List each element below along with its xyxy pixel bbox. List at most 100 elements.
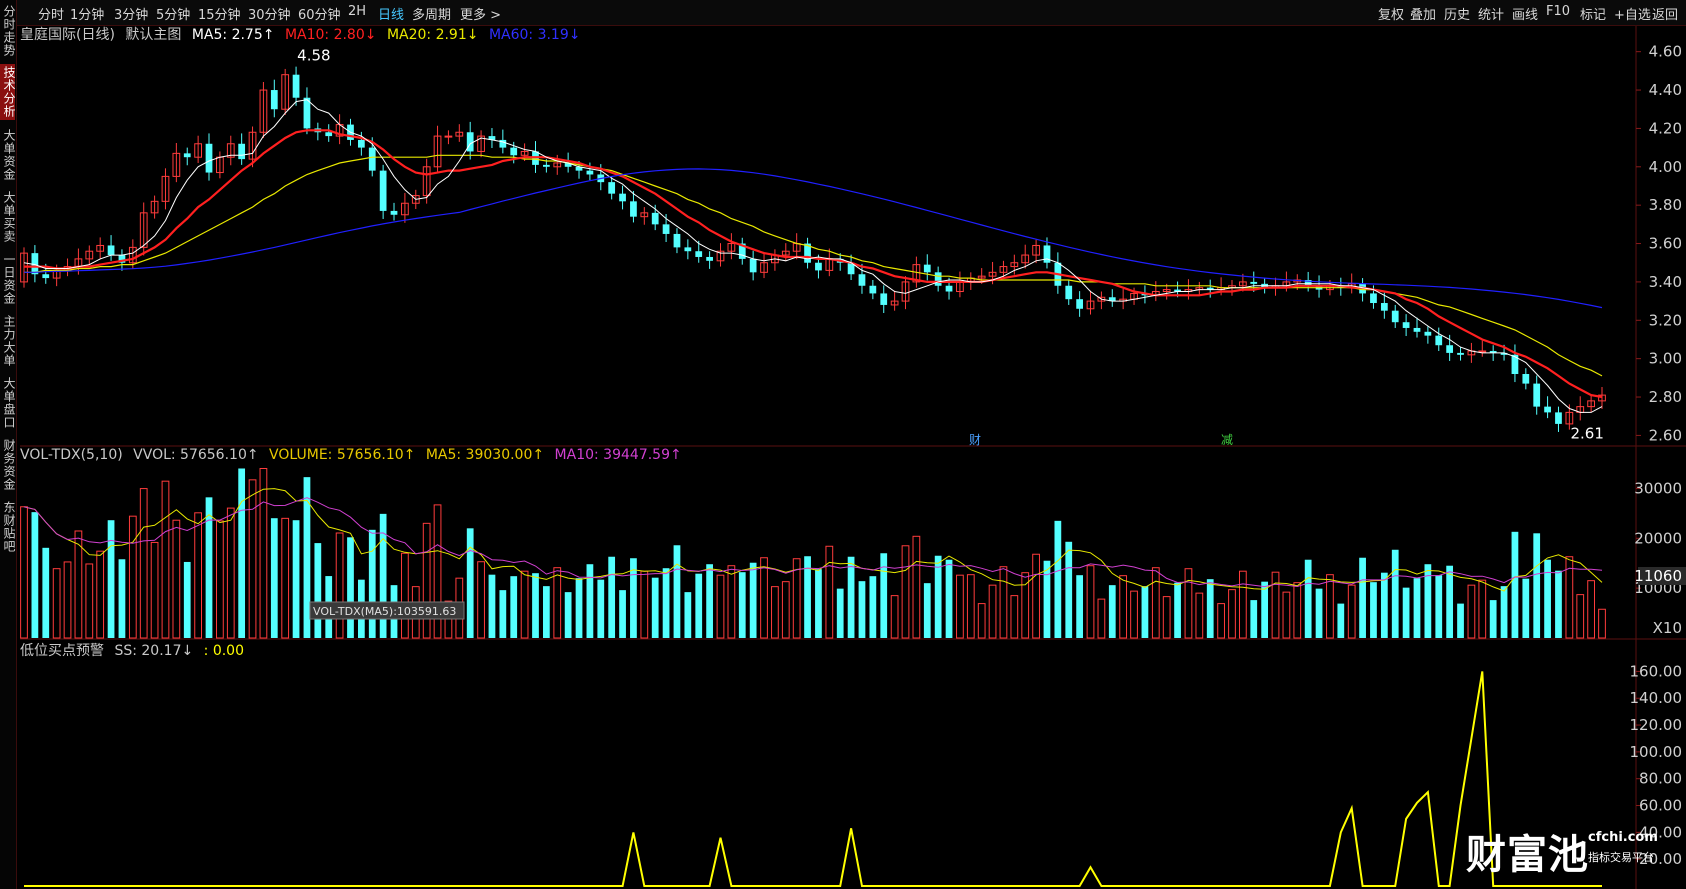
signal-line: [24, 671, 1602, 887]
indicator-name[interactable]: 低位买点预警: [20, 643, 104, 659]
volume-bar-up: [1151, 567, 1160, 639]
event-marker-finance: 财: [969, 433, 981, 447]
candle-down: [1544, 406, 1551, 413]
volume-bar-up: [1097, 598, 1106, 639]
price-tick-label: 4.20: [1649, 119, 1682, 137]
candle-down: [183, 153, 191, 158]
volume-bar-down: [1555, 570, 1562, 638]
volume-bar-up: [226, 507, 235, 639]
volume-bar-down: [292, 520, 300, 638]
volume-bar-up: [139, 488, 148, 639]
watermark-sub: 指标交易平台: [1588, 851, 1654, 864]
volume-cursor-value: 11060: [1634, 567, 1682, 585]
volume-bar-up: [1271, 571, 1280, 639]
volume-bar-down: [205, 497, 213, 638]
volume-bar-down: [488, 574, 496, 638]
volume-bar-down: [532, 573, 539, 638]
candle-down: [107, 245, 115, 256]
volume-bar-down: [1533, 533, 1541, 638]
volume-bar-up: [1326, 574, 1334, 639]
signal-tick-label: 160.00: [1630, 662, 1683, 680]
volume-bar-down: [1359, 557, 1366, 638]
chart-canvas[interactable]: 4.60 4.40 4.20 4.00 3.80 3.60 3.40 3.20 3.00 2.80…: [0, 0, 1686, 889]
volume-bar-down: [1043, 560, 1051, 638]
volume-bar-down: [1511, 531, 1519, 638]
signal-tick-label: 80.00: [1639, 770, 1682, 788]
volume-bar-up: [20, 506, 28, 639]
candle-down: [303, 97, 311, 129]
volume-bar-down: [499, 590, 507, 638]
volume-bar-up: [194, 512, 202, 639]
candle-down: [815, 262, 822, 271]
volume-bar-up: [1032, 553, 1040, 639]
volume-bar-up: [216, 520, 224, 639]
volume-bar-down: [118, 559, 126, 638]
volume-bar-down: [542, 586, 550, 638]
ss-extra-value: : 0.00: [203, 643, 244, 659]
volume-bar-up: [1130, 590, 1138, 639]
candle-down: [1446, 345, 1454, 353]
signal-tick-label: 100.00: [1630, 743, 1683, 761]
volume-bar-down: [107, 520, 115, 638]
indicator-panel-header: 低位买点预警 SS: 20.17↓ : 0.00: [20, 640, 250, 660]
ma20-value: MA20: 2.91↓: [386, 27, 479, 43]
candle-down: [695, 251, 703, 257]
candle-down: [619, 193, 626, 202]
signal-tick-label: 60.00: [1639, 797, 1682, 815]
volume-bar-up: [781, 581, 790, 639]
candle-down: [662, 224, 670, 234]
volume-bar-up: [988, 584, 997, 639]
volume-bar-up: [259, 467, 268, 639]
volume-bar-up: [1347, 584, 1356, 639]
candle-down: [1380, 303, 1388, 311]
volume-bar-down: [880, 553, 888, 638]
volume-bar-down: [1500, 586, 1508, 638]
volume-tick-label: 30000: [1634, 479, 1682, 497]
template-selector[interactable]: 默认主图: [125, 27, 181, 43]
volume-bar-up: [52, 568, 61, 639]
candle-down: [673, 233, 681, 248]
volume-unit-label: X10: [1653, 619, 1682, 637]
ma60-value: MA60: 3.19↓: [488, 27, 581, 43]
candle-down: [390, 210, 398, 215]
volume-bar-up: [520, 570, 529, 639]
vol-indicator-name[interactable]: VOL-TDX(5,10): [20, 447, 123, 463]
volume-bar-down: [934, 555, 942, 638]
candle-down: [684, 247, 692, 252]
volume-bar-down: [1206, 579, 1214, 638]
watermark-site: cfchi.com: [1588, 830, 1658, 845]
volume-bar-up: [999, 566, 1008, 639]
volume-bar-up: [1238, 570, 1247, 639]
volume-tooltip-text: VOL-TDX(MA5):103591.63: [313, 605, 456, 618]
volume-bar-down: [815, 569, 822, 638]
stock-title[interactable]: 皇庭国际(日线): [20, 27, 115, 43]
candle-down: [238, 143, 246, 160]
volume-bar-down: [695, 573, 703, 638]
volume-bar-up: [727, 565, 736, 639]
candle-down: [270, 90, 278, 110]
volume-bar-up: [401, 552, 409, 639]
volume-bar-up: [966, 574, 975, 639]
volume-bar-down: [684, 592, 692, 638]
volume-bar-up: [1184, 568, 1193, 639]
volume-bar-up: [890, 595, 899, 639]
volume-bar-down: [1522, 578, 1530, 638]
volume-bar-down: [1337, 603, 1345, 638]
volume-bar-up: [1478, 579, 1487, 639]
volume-bar-down: [1054, 520, 1062, 638]
high-price-label: 4.58: [297, 47, 330, 65]
volume-bar-up: [1576, 594, 1585, 639]
candle-down: [510, 147, 518, 156]
volume-bar-down: [619, 590, 626, 638]
volume-bar-up: [281, 517, 290, 639]
volume-bar-up: [912, 535, 921, 639]
volume-bar-down: [1065, 541, 1073, 638]
volume-bar-down: [347, 537, 354, 638]
price-tick-label: 4.40: [1649, 81, 1682, 99]
volume-bar-down: [270, 518, 278, 638]
watermark-brand: 财富池: [1466, 832, 1589, 878]
main-panel-header: 皇庭国际(日线) 默认主图 MA5: 2.75↑ MA10: 2.80↓ MA2…: [20, 24, 586, 44]
price-tick-label: 3.60: [1649, 235, 1682, 253]
volume-bar-up: [1010, 595, 1019, 639]
volume-bar-up: [956, 574, 964, 639]
